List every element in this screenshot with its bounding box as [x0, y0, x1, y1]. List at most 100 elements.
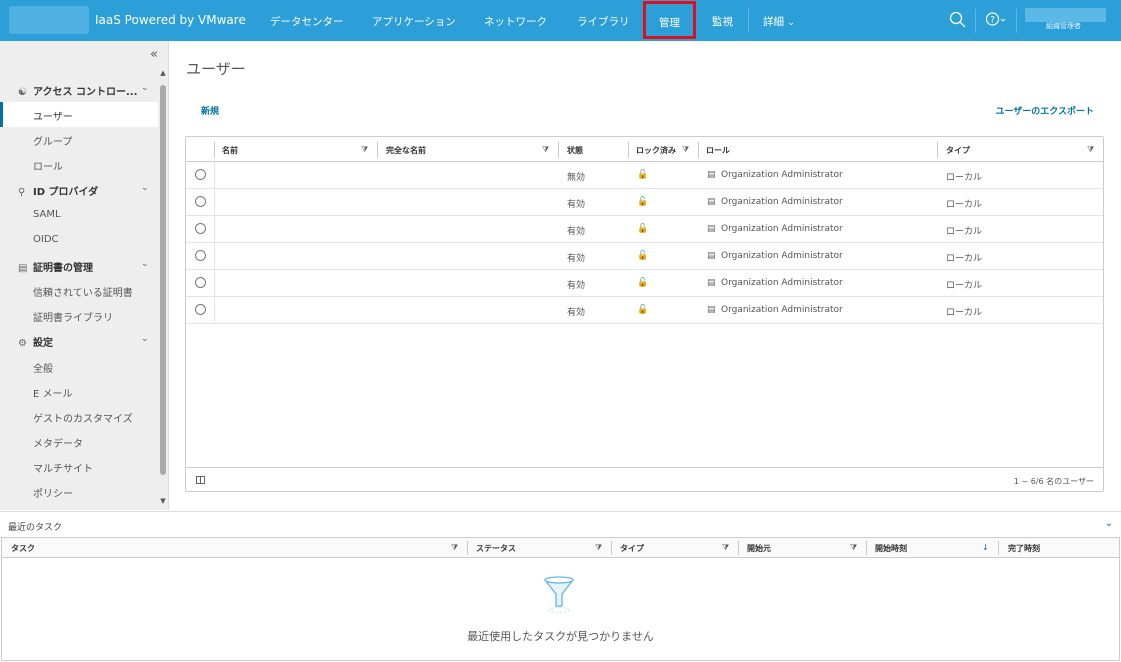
unlocked-icon: 🔓	[637, 251, 649, 261]
table-row[interactable]: 無効 🔓 ▤ Organization Administrator ローカル	[186, 162, 1103, 189]
pagination-count: 1 ~ 6/6 名のユーザー	[1013, 477, 1094, 486]
nav-more-label: 詳細	[763, 16, 784, 28]
role-icon: ▤	[707, 170, 716, 180]
column-header-task[interactable]: タスク	[11, 543, 35, 554]
filter-icon[interactable]: ⧩	[451, 543, 458, 553]
sidebar-item-roles[interactable]: ロール	[33, 158, 63, 173]
column-separator	[558, 142, 559, 158]
top-navigation-bar: IaaS Powered by VMware データセンター アプリケーション …	[0, 0, 1121, 41]
export-users-button[interactable]: ユーザーのエクスポート	[995, 104, 1094, 117]
collapse-sidebar-icon[interactable]: «	[150, 47, 158, 62]
sidebar-item-metadata[interactable]: メタデータ	[33, 435, 83, 450]
app-title: IaaS Powered by VMware	[95, 13, 246, 27]
row-select-radio[interactable]	[195, 277, 206, 288]
sidebar-item-email[interactable]: E メール	[33, 385, 73, 400]
filter-icon[interactable]: ⧩	[361, 145, 368, 155]
scroll-down-icon[interactable]: ▼	[159, 497, 167, 505]
cell-type: ローカル	[946, 308, 983, 318]
row-separator	[214, 297, 215, 324]
sort-descending-icon[interactable]: ↓	[982, 543, 989, 552]
unlocked-icon: 🔓	[637, 305, 649, 315]
sidebar-scrollbar[interactable]: ▲ ▼	[159, 69, 167, 506]
sidebar-item-users[interactable]: ユーザー	[33, 108, 73, 123]
nav-library[interactable]: ライブラリ	[577, 14, 630, 29]
sidebar-item-general[interactable]: 全般	[33, 360, 53, 375]
nav-network[interactable]: ネットワーク	[484, 14, 547, 29]
filter-icon[interactable]: ⧩	[850, 543, 857, 553]
chevron-down-icon[interactable]: ⌄	[141, 183, 149, 193]
sidebar-item-multisite[interactable]: マルチサイト	[33, 460, 93, 475]
sidebar-item-guest-customization[interactable]: ゲストのカスタマイズ	[33, 410, 133, 425]
row-select-radio[interactable]	[195, 169, 206, 180]
filter-icon[interactable]: ⧩	[722, 543, 729, 553]
logo	[9, 6, 89, 34]
cell-status: 有効	[567, 254, 586, 264]
sidebar-group-id-providers[interactable]: ⚲ ID プロバイダ	[18, 183, 98, 198]
datagrid-header: 名前 ⧩ 完全な名前 ⧩ 状態 ロック済み ⧩ ロール タイプ ⧩	[186, 137, 1103, 162]
row-select-radio[interactable]	[195, 304, 206, 315]
user-name-box[interactable]	[1025, 8, 1106, 22]
sidebar-group-certificates[interactable]: ▤ 証明書の管理	[18, 259, 93, 274]
nav-more[interactable]: 詳細 ⌄	[763, 14, 795, 29]
column-toggle-icon[interactable]	[196, 476, 205, 484]
column-separator	[998, 541, 999, 555]
column-header-completion-time[interactable]: 完了時刻	[1008, 543, 1040, 554]
cell-status: 有効	[567, 200, 586, 210]
sidebar-item-saml[interactable]: SAML	[33, 209, 61, 220]
sidebar-item-oidc[interactable]: OIDC	[33, 234, 59, 245]
table-row[interactable]: 有効 🔓 ▤ Organization Administrator ローカル	[186, 270, 1103, 297]
nav-applications[interactable]: アプリケーション	[372, 14, 456, 29]
column-header-full-name[interactable]: 完全な名前	[386, 145, 426, 156]
sidebar-item-policies[interactable]: ポリシー	[33, 485, 73, 500]
sidebar-item-trusted-certificates[interactable]: 信頼されている証明書	[33, 284, 133, 299]
column-header-start-time[interactable]: 開始時刻	[875, 543, 907, 554]
chevron-down-icon[interactable]: ⌄	[141, 259, 149, 269]
sidebar-group-settings[interactable]: ⚙ 設定	[18, 334, 53, 349]
help-icon[interactable]: ?	[985, 11, 1007, 28]
sidebar-item-groups[interactable]: グループ	[33, 133, 72, 148]
chevron-down-icon[interactable]: ⌄	[141, 83, 149, 93]
column-separator	[698, 142, 699, 158]
filter-icon[interactable]: ⧩	[682, 145, 689, 155]
column-header-status[interactable]: ステータス	[476, 543, 516, 554]
table-row[interactable]: 有効 🔓 ▤ Organization Administrator ローカル	[186, 243, 1103, 270]
scrollbar-thumb[interactable]	[160, 85, 166, 475]
column-header-initiator[interactable]: 開始元	[747, 543, 771, 554]
gear-icon: ⚙	[18, 338, 27, 349]
new-user-button[interactable]: 新規	[201, 104, 219, 117]
nav-monitor[interactable]: 監視	[712, 14, 733, 29]
sidebar-item-certificate-library[interactable]: 証明書ライブラリ	[33, 309, 113, 324]
cell-type: ローカル	[946, 227, 983, 237]
header-divider	[1016, 9, 1017, 33]
page-title: ユーザー	[186, 60, 246, 78]
nav-datacenter[interactable]: データセンター	[270, 14, 344, 29]
column-header-type[interactable]: タイプ	[620, 543, 644, 554]
row-separator	[214, 162, 215, 189]
filter-icon[interactable]: ⧩	[542, 145, 549, 155]
table-row[interactable]: 有効 🔓 ▤ Organization Administrator ローカル	[186, 189, 1103, 216]
column-header-status[interactable]: 状態	[567, 145, 583, 156]
sidebar-group-access-control[interactable]: ☯ アクセス コントロー...	[18, 83, 137, 98]
column-header-type[interactable]: タイプ	[946, 145, 970, 156]
column-header-name[interactable]: 名前	[222, 145, 238, 156]
user-role: 組織管理者	[1046, 22, 1081, 30]
column-header-locked[interactable]: ロック済み	[636, 145, 676, 156]
column-header-role[interactable]: ロール	[706, 145, 730, 156]
cell-status: 有効	[567, 227, 586, 237]
sidebar-group-label: 証明書の管理	[33, 263, 93, 274]
table-row[interactable]: 有効 🔓 ▤ Organization Administrator ローカル	[186, 297, 1103, 324]
filter-icon[interactable]: ⧩	[1087, 145, 1094, 155]
nav-administration-highlighted[interactable]: 管理	[643, 1, 696, 39]
cell-role: Organization Administrator	[721, 251, 843, 261]
search-icon[interactable]	[949, 11, 966, 28]
filter-icon[interactable]: ⧩	[595, 543, 602, 553]
collapse-panel-icon[interactable]: ⌄	[1105, 518, 1113, 529]
row-select-radio[interactable]	[195, 223, 206, 234]
scroll-up-icon[interactable]: ▲	[159, 69, 167, 77]
row-select-radio[interactable]	[195, 250, 206, 261]
row-select-radio[interactable]	[195, 196, 206, 207]
table-row[interactable]: 有効 🔓 ▤ Organization Administrator ローカル	[186, 216, 1103, 243]
column-separator	[628, 142, 629, 158]
cell-status: 有効	[567, 308, 586, 318]
chevron-down-icon[interactable]: ⌄	[141, 334, 149, 344]
